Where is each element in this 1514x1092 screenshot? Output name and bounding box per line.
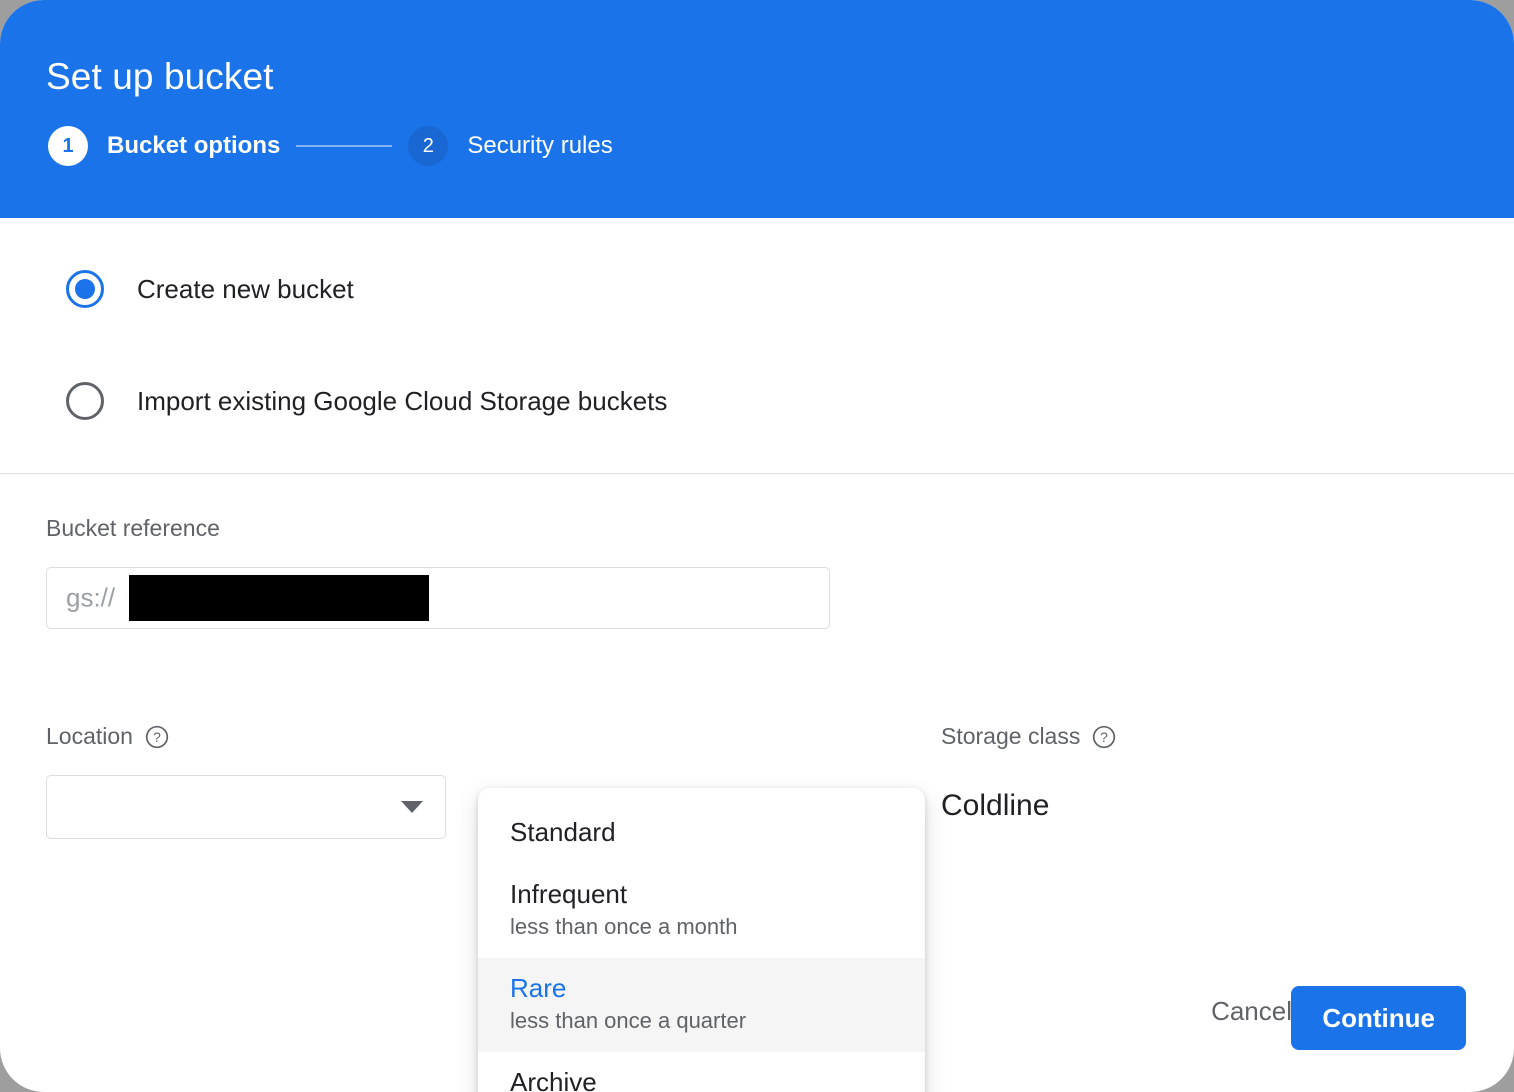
stepper-connector	[296, 145, 393, 147]
radio-import-existing-buckets[interactable]: Import existing Google Cloud Storage buc…	[66, 382, 667, 420]
step-2-label: Security rules	[467, 132, 613, 159]
wizard-stepper: 1 Bucket options 2 Security rules	[48, 126, 613, 166]
set-up-bucket-dialog: Set up bucket 1 Bucket options 2 Securit…	[0, 0, 1514, 1092]
menu-item-subtitle: less than once a month	[510, 914, 738, 939]
step-2-number: 2	[408, 126, 449, 166]
redaction-box	[129, 575, 429, 621]
dialog-title: Set up bucket	[46, 56, 274, 97]
svg-text:?: ?	[1100, 729, 1108, 745]
step-security-rules[interactable]: 2 Security rules	[408, 126, 613, 166]
radio-import-existing-buckets-label: Import existing Google Cloud Storage buc…	[137, 385, 668, 416]
storage-class-label: Storage class ?	[941, 723, 1116, 750]
location-select[interactable]	[46, 775, 446, 839]
storage-class-label-text: Storage class	[941, 723, 1081, 749]
menu-item-title: Standard	[510, 817, 616, 847]
radio-checked-icon	[66, 270, 104, 308]
chevron-down-icon	[401, 801, 423, 813]
menu-item-title: Infrequent	[510, 879, 628, 909]
location-label: Location ?	[46, 723, 169, 750]
bucket-reference-label-text: Bucket reference	[46, 515, 220, 541]
bucket-reference-label: Bucket reference	[46, 515, 220, 542]
step-1-label: Bucket options	[107, 132, 281, 159]
section-divider	[0, 473, 1514, 474]
menu-item-standard[interactable]: Standard	[478, 802, 925, 864]
radio-create-new-bucket-label: Create new bucket	[137, 273, 354, 304]
location-label-text: Location	[46, 723, 133, 749]
step-1-number: 1	[48, 126, 88, 166]
dialog-header: Set up bucket 1 Bucket options 2 Securit…	[0, 0, 1514, 218]
help-circle-icon[interactable]: ?	[145, 725, 169, 749]
radio-unchecked-icon	[66, 382, 104, 420]
radio-create-new-bucket[interactable]: Create new bucket	[66, 270, 354, 308]
continue-button[interactable]: Continue	[1291, 986, 1466, 1050]
dialog-body: Create new bucket Import existing Google…	[0, 218, 1514, 1092]
step-bucket-options[interactable]: 1 Bucket options	[48, 126, 280, 166]
radio-dot	[75, 279, 95, 299]
svg-text:?: ?	[153, 729, 161, 745]
help-circle-icon[interactable]: ?	[1092, 725, 1116, 749]
dialog-footer: Cancel Continue	[0, 962, 1514, 1092]
bucket-reference-prefix: gs://	[66, 582, 116, 613]
bucket-reference-input[interactable]: gs://	[46, 567, 830, 629]
menu-item-infrequent[interactable]: Infrequent less than once a month	[478, 864, 925, 958]
storage-class-value[interactable]: Coldline	[941, 789, 1049, 823]
